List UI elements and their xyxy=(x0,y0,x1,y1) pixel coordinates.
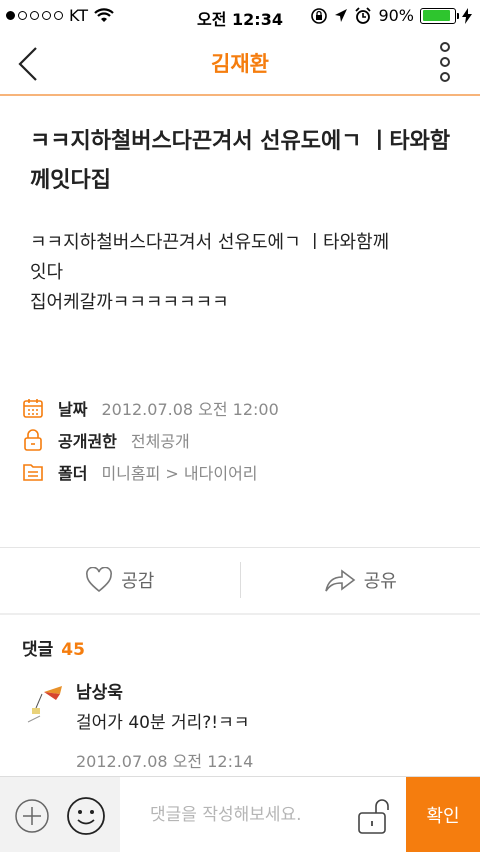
comments-title: 댓글 xyxy=(22,640,54,660)
status-bar: KT 오전 12:34 90% xyxy=(0,0,480,32)
meta-folder-value: 미니홈피 > 내다이어리 xyxy=(101,464,258,483)
section-divider xyxy=(0,613,480,615)
share-arrow-icon xyxy=(324,569,356,592)
battery-icon xyxy=(420,7,459,24)
like-button[interactable]: 공감 xyxy=(0,547,240,613)
unlock-icon[interactable] xyxy=(356,797,392,837)
location-icon xyxy=(335,8,348,22)
lock-icon xyxy=(24,429,42,451)
post-title: ㅋㅋ지하철버스다끈겨서 선유도에ㄱ ㅣ타와함께잇다집 xyxy=(30,129,451,193)
status-right: 90% xyxy=(310,6,472,25)
add-attachment-icon[interactable] xyxy=(14,798,50,834)
more-options-icon[interactable] xyxy=(438,42,452,82)
meta-visibility-row: 공개권한 전체공개 xyxy=(22,428,462,452)
comment-date: 2012.07.08 오전 12:14 xyxy=(76,752,254,771)
heart-icon xyxy=(86,567,113,593)
confirm-button[interactable]: 확인 xyxy=(406,777,480,852)
meta-visibility-value: 전체공개 xyxy=(130,432,190,451)
rotation-lock-icon xyxy=(311,7,328,24)
nav-bar: 김재환 xyxy=(0,32,480,96)
comments-heading: 댓글 45 xyxy=(22,635,85,660)
meta-folder-label: 폴더 xyxy=(58,464,88,483)
comment-author[interactable]: 남상욱 xyxy=(76,678,123,703)
page-title: 김재환 xyxy=(211,52,269,76)
share-label: 공유 xyxy=(363,571,397,592)
meta-date-label: 날짜 xyxy=(58,400,88,419)
meta-visibility-label: 공개권한 xyxy=(58,432,117,451)
post-actions: 공감 공유 xyxy=(0,547,480,613)
calendar-icon xyxy=(23,399,43,418)
meta-date-value: 2012.07.08 오전 12:00 xyxy=(101,400,279,419)
comments-count: 45 xyxy=(61,640,85,660)
battery-percent: 90% xyxy=(378,6,414,25)
comment-input-bar: 확인 xyxy=(0,776,480,852)
meta-folder-row: 폴더 미니홈피 > 내다이어리 xyxy=(22,460,462,484)
charging-bolt-icon xyxy=(462,7,472,24)
post-body: ㅋㅋ지하철버스다끈겨서 선유도에ㄱ ㅣ타와함께 잇다 집어케갈까ㅋㅋㅋㅋㅋㅋㅋ xyxy=(30,232,390,313)
meta-date-row: 날짜 2012.07.08 오전 12:00 xyxy=(22,396,462,420)
avatar[interactable] xyxy=(24,682,68,726)
folder-icon xyxy=(23,464,43,481)
like-label: 공감 xyxy=(121,571,155,592)
comment-text: 걸어가 40분 거리?!ㅋㅋ xyxy=(76,713,250,733)
emoticon-icon[interactable] xyxy=(66,796,106,836)
share-button[interactable]: 공유 xyxy=(241,547,480,613)
alarm-icon xyxy=(355,6,372,24)
